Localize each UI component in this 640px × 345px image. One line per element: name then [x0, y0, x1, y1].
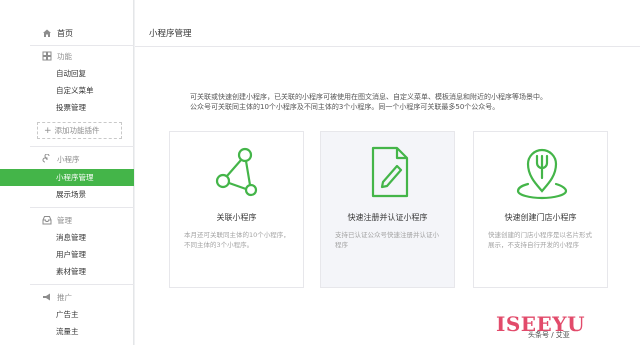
- sidebar-item-auto-reply[interactable]: 自动回复: [0, 65, 134, 82]
- sidebar-item-label: 用户管理: [56, 250, 86, 259]
- sidebar-item-custom-menu[interactable]: 自定义菜单: [0, 82, 134, 99]
- card-title: 关联小程序: [216, 213, 257, 222]
- sidebar-group-title: 小程序: [57, 154, 80, 164]
- card-create-store-miniprogram[interactable]: 快速创建门店小程序 快速创建的门店小程序是以名片形式展示，不支持自行开发的小程序: [473, 131, 608, 288]
- sidebar-group-title: 推广: [57, 292, 72, 302]
- description-line: 可关联或快速创建小程序，已关联的小程序可被使用在图文消息、自定义菜单、模板消息和…: [190, 93, 547, 101]
- sidebar-item-label: 消息管理: [56, 233, 86, 242]
- sidebar-item-label: 小程序管理: [56, 173, 94, 182]
- card-desc: 快速创建的门店小程序是以名片形式展示，不支持自行开发的小程序: [488, 231, 592, 249]
- sidebar-group-title: 功能: [57, 51, 72, 61]
- sidebar-item-messages[interactable]: 消息管理: [0, 229, 134, 246]
- sidebar-item-label: 流量主: [56, 327, 79, 336]
- sidebar-item-scenes[interactable]: 展示场景: [0, 186, 134, 203]
- page-title: 小程序管理: [149, 29, 192, 39]
- sidebar-item-materials[interactable]: 素材管理: [0, 263, 134, 280]
- page-header: 小程序管理: [135, 0, 640, 47]
- sidebar-item-label: 素材管理: [56, 267, 86, 276]
- sidebar-item-users[interactable]: 用户管理: [0, 246, 134, 263]
- card-title: 快速创建门店小程序: [504, 213, 577, 222]
- card-link-miniprogram[interactable]: 关联小程序 本月还可关联同主体的10个小程序，不同主体的3个小程序。: [169, 131, 304, 288]
- sidebar-item-label: 展示场景: [56, 190, 86, 199]
- description-line: 公众号可关联同主体的10个小程序及不同主体的3个小程序。同一个小程序可关联最多5…: [190, 103, 500, 111]
- function-icon: [42, 51, 52, 61]
- sidebar-group-miniprogram: 小程序: [0, 149, 134, 169]
- sidebar-group-title: 管理: [57, 215, 72, 225]
- card-title: 快速注册并认证小程序: [347, 213, 428, 222]
- sidebar-item-advertiser[interactable]: 广告主: [0, 306, 134, 323]
- divider: [30, 146, 134, 147]
- watermark-subtitle: 头条号 / 艾亚: [528, 331, 570, 339]
- divider: [30, 207, 134, 208]
- card-desc: 支持已认证公众号快速注册并认证小程序: [335, 231, 439, 249]
- home-icon: [43, 29, 51, 37]
- sidebar-group-promote: 推广: [0, 287, 134, 307]
- sidebar-item-label: 广告主: [56, 310, 79, 319]
- add-plugin-button[interactable]: + 添加功能插件: [37, 122, 122, 139]
- sidebar-item-miniprogram-manage[interactable]: 小程序管理: [0, 169, 134, 186]
- sidebar-item-vote[interactable]: 投票管理: [0, 99, 134, 116]
- sidebar-item-label: 自动回复: [56, 69, 86, 78]
- sidebar-item-label: 投票管理: [56, 103, 86, 112]
- divider: [30, 284, 134, 285]
- sidebar-group-manage: 管理: [0, 210, 134, 230]
- miniprogram-icon: [42, 154, 50, 163]
- add-plugin-label: 添加功能插件: [54, 126, 100, 135]
- inbox-icon: [42, 216, 52, 225]
- card-register-miniprogram[interactable]: 快速注册并认证小程序 支持已认证公众号快速注册并认证小程序: [320, 131, 455, 288]
- sidebar-item-label: 首页: [57, 28, 73, 38]
- network-link-icon: [215, 147, 258, 197]
- sidebar-item-home[interactable]: 首页: [0, 22, 134, 44]
- card-desc: 本月还可关联同主体的10个小程序，不同主体的3个小程序。: [184, 231, 290, 249]
- document-pen-icon: [371, 146, 409, 198]
- megaphone-icon: [43, 293, 50, 301]
- sidebar-group-function: 功能: [0, 46, 134, 66]
- map-pin-fork-icon: [516, 148, 568, 200]
- sidebar-item-label: 自定义菜单: [56, 86, 94, 95]
- plus-icon: +: [44, 125, 52, 136]
- main-panel: 小程序管理 可关联或快速创建小程序，已关联的小程序可被使用在图文消息、自定义菜单…: [135, 0, 640, 345]
- sidebar-item-publisher[interactable]: 流量主: [0, 323, 134, 340]
- sidebar: 首页 功能 自动回复 自定义菜单 投票管理 + 添加功能插件 小程序 小程序管理…: [0, 0, 134, 345]
